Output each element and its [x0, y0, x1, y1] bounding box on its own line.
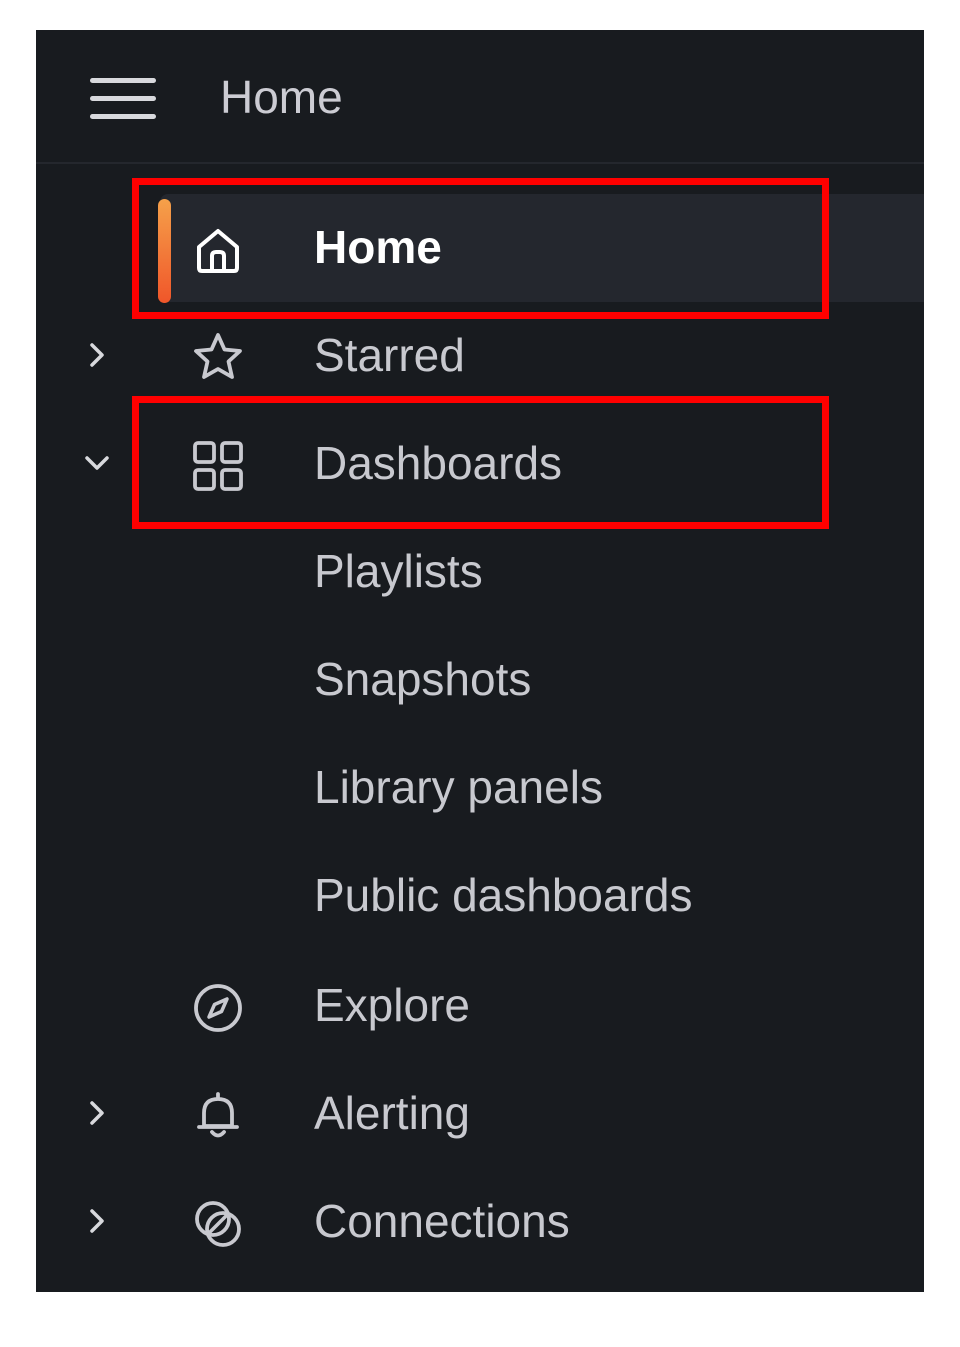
subnav-item-library-panels[interactable]: Library panels [36, 740, 924, 848]
subnav-item-label: Snapshots [314, 653, 532, 705]
chevron-right-icon[interactable] [82, 340, 112, 370]
nav-item-label: Starred [314, 329, 465, 381]
nav-item-explore[interactable]: Explore [36, 952, 924, 1060]
bell-icon [197, 1092, 239, 1138]
nav-item-label: Home [314, 221, 442, 273]
nav-item-label: Dashboards [314, 437, 563, 489]
nav-item-connections[interactable]: Connections [36, 1168, 924, 1276]
subnav-item-label: Library panels [314, 761, 603, 813]
dashboards-grid-icon [193, 441, 243, 491]
subnav-item-label: Playlists [314, 545, 483, 597]
chevron-down-icon[interactable] [82, 448, 112, 478]
subnav-item-public-dashboards[interactable]: Public dashboards [36, 848, 924, 956]
chevron-right-icon[interactable] [82, 1098, 112, 1128]
nav-item-dashboards[interactable]: Dashboards [36, 410, 924, 518]
subnav-item-label: Public dashboards [314, 869, 693, 921]
nav-item-label: Explore [314, 979, 470, 1031]
subnav-item-snapshots[interactable]: Snapshots [36, 632, 924, 740]
home-icon [197, 229, 239, 273]
navigation-menu-panel: Home Home Starred Dashboards Playlists S… [36, 30, 924, 1292]
nav-item-alerting[interactable]: Alerting [36, 1060, 924, 1168]
menu-header: Home [36, 30, 924, 164]
nav-item-home[interactable]: Home [36, 194, 924, 303]
star-icon [194, 333, 242, 379]
hamburger-menu-icon[interactable] [90, 76, 158, 120]
chevron-right-icon[interactable] [82, 1206, 112, 1236]
nav-item-starred[interactable]: Starred [36, 302, 924, 410]
connections-icon [195, 1201, 241, 1247]
header-title: Home [220, 71, 343, 123]
nav-item-label: Alerting [314, 1087, 470, 1139]
nav-item-label: Connections [314, 1195, 570, 1247]
active-indicator [158, 199, 171, 303]
compass-icon [194, 984, 242, 1032]
subnav-item-playlists[interactable]: Playlists [36, 524, 924, 632]
